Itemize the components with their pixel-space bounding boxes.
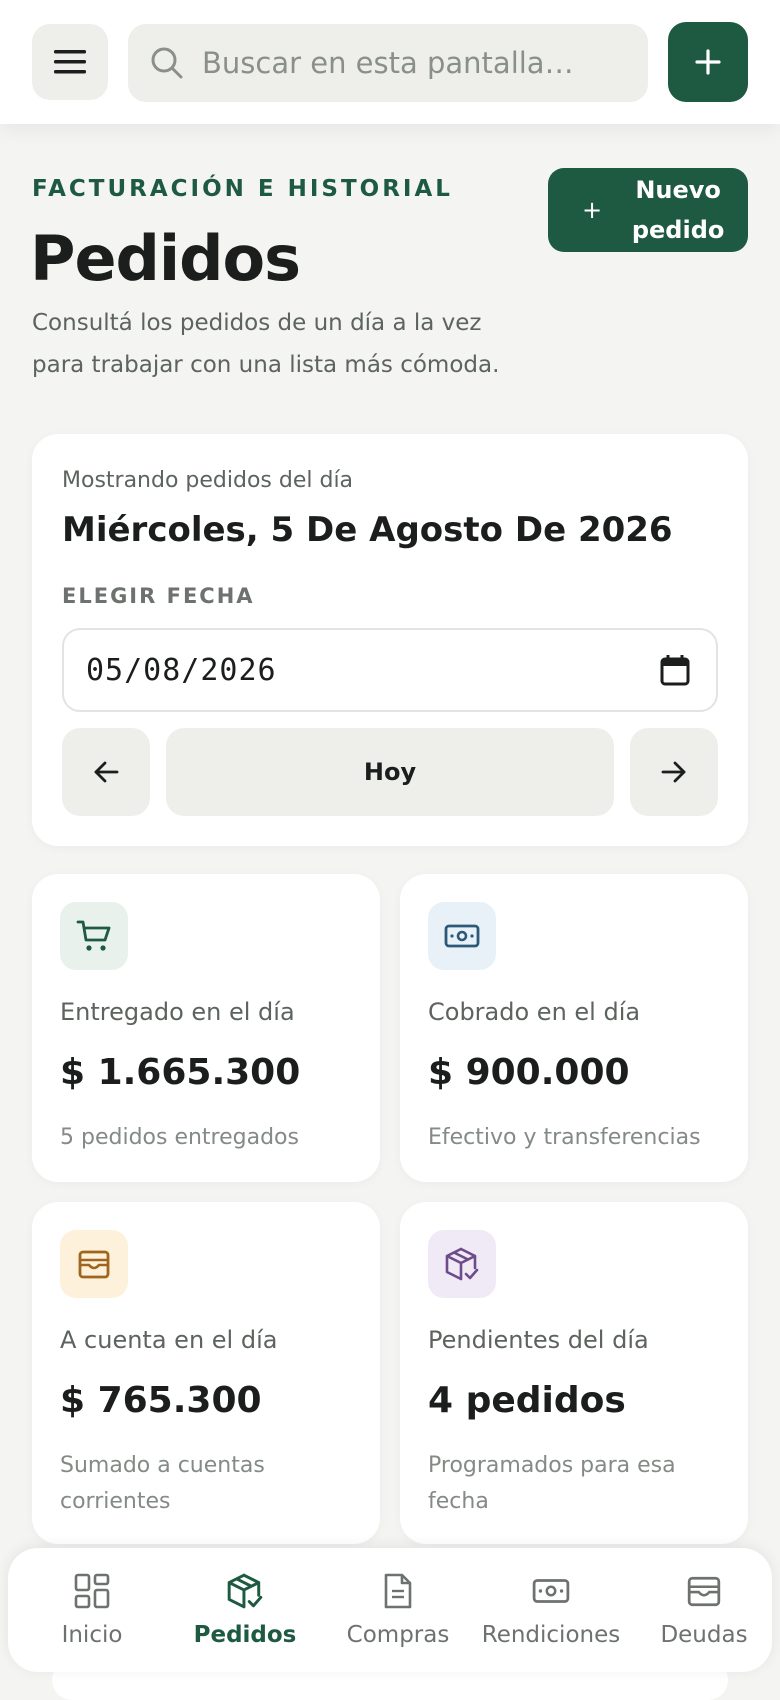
stat-label: Pendientes del día bbox=[428, 1326, 649, 1354]
stat-value: 4 pedidos bbox=[428, 1380, 626, 1421]
nav-label: Deudas bbox=[660, 1622, 748, 1648]
previous-day-button[interactable] bbox=[62, 728, 150, 816]
package-check-icon bbox=[445, 1247, 479, 1281]
stat-card-collected: Cobrado en el día $ 900.000 Efectivo y t… bbox=[400, 874, 748, 1182]
package-check-icon bbox=[226, 1570, 264, 1612]
cash-icon-badge bbox=[428, 902, 496, 970]
choose-date-label: ELEGIR FECHA bbox=[62, 584, 255, 608]
document-icon bbox=[382, 1570, 414, 1612]
today-button[interactable]: Hoy bbox=[166, 728, 614, 816]
page-title: Pedidos bbox=[30, 222, 301, 295]
wallet-icon bbox=[686, 1570, 722, 1612]
stat-caption: 5 pedidos entregados bbox=[60, 1125, 299, 1150]
search-icon bbox=[151, 47, 183, 79]
calendar-icon[interactable] bbox=[660, 654, 690, 686]
nav-label: Inicio bbox=[61, 1622, 123, 1648]
plus-icon bbox=[695, 49, 721, 75]
bottom-nav: Inicio Pedidos Compras Rendiciones Deuda… bbox=[8, 1548, 772, 1672]
new-order-button[interactable]: + Nuevo pedido bbox=[548, 168, 748, 252]
nav-label: Compras bbox=[346, 1622, 450, 1648]
date-field-value: 05/08/2026 bbox=[86, 652, 277, 688]
grid-icon bbox=[74, 1570, 110, 1612]
nav-label: Rendiciones bbox=[481, 1622, 621, 1648]
cart-icon-badge bbox=[60, 902, 128, 970]
stat-value: $ 765.300 bbox=[60, 1380, 262, 1421]
stat-card-delivered: Entregado en el día $ 1.665.300 5 pedido… bbox=[32, 874, 380, 1182]
showing-label: Mostrando pedidos del día bbox=[62, 468, 354, 493]
nav-item-deudas[interactable]: Deudas bbox=[628, 1548, 780, 1672]
nav-item-pedidos[interactable]: Pedidos bbox=[169, 1548, 321, 1672]
package-check-icon-badge bbox=[428, 1230, 496, 1298]
cash-icon bbox=[532, 1570, 570, 1612]
page-subtitle: Consultá los pedidos de un día a la vez … bbox=[32, 310, 500, 378]
arrow-left-icon bbox=[94, 761, 119, 783]
stat-card-on-account: A cuenta en el día $ 765.300 Sumado a cu… bbox=[32, 1202, 380, 1544]
stat-card-pending: Pendientes del día 4 pedidos Programados… bbox=[400, 1202, 748, 1544]
new-order-label: Nuevo pedido bbox=[631, 176, 725, 244]
cart-icon bbox=[76, 920, 111, 951]
nav-item-inicio[interactable]: Inicio bbox=[16, 1548, 168, 1672]
plus-icon: + bbox=[582, 196, 603, 224]
stat-value: $ 1.665.300 bbox=[60, 1052, 301, 1093]
nav-item-rendiciones[interactable]: Rendiciones bbox=[475, 1548, 627, 1672]
menu-button[interactable] bbox=[32, 24, 108, 100]
nav-label: Pedidos bbox=[193, 1622, 297, 1648]
stat-value: $ 900.000 bbox=[428, 1052, 630, 1093]
search-input[interactable] bbox=[200, 45, 620, 81]
wallet-icon bbox=[78, 1250, 110, 1279]
stat-caption: Programados para esa fecha bbox=[428, 1453, 676, 1514]
add-button[interactable] bbox=[668, 22, 748, 102]
nav-item-compras[interactable]: Compras bbox=[322, 1548, 474, 1672]
stat-caption: Efectivo y transferencias bbox=[428, 1125, 701, 1150]
arrow-right-icon bbox=[661, 761, 686, 783]
stat-label: Cobrado en el día bbox=[428, 998, 641, 1026]
section-eyebrow: FACTURACIÓN E HISTORIAL bbox=[32, 176, 453, 202]
wallet-icon-badge bbox=[60, 1230, 128, 1298]
date-card: Mostrando pedidos del día Miércoles, 5 D… bbox=[32, 434, 748, 846]
stat-label: A cuenta en el día bbox=[60, 1326, 278, 1354]
stat-caption: Sumado a cuentas corrientes bbox=[60, 1453, 265, 1514]
date-field[interactable]: 05/08/2026 bbox=[62, 628, 718, 712]
next-day-button[interactable] bbox=[630, 728, 718, 816]
search-box[interactable] bbox=[128, 24, 648, 102]
top-bar bbox=[0, 0, 780, 124]
stat-label: Entregado en el día bbox=[60, 998, 295, 1026]
cash-icon bbox=[444, 924, 480, 948]
date-heading: Miércoles, 5 De Agosto De 2026 bbox=[62, 510, 673, 550]
hamburger-icon bbox=[54, 50, 86, 74]
